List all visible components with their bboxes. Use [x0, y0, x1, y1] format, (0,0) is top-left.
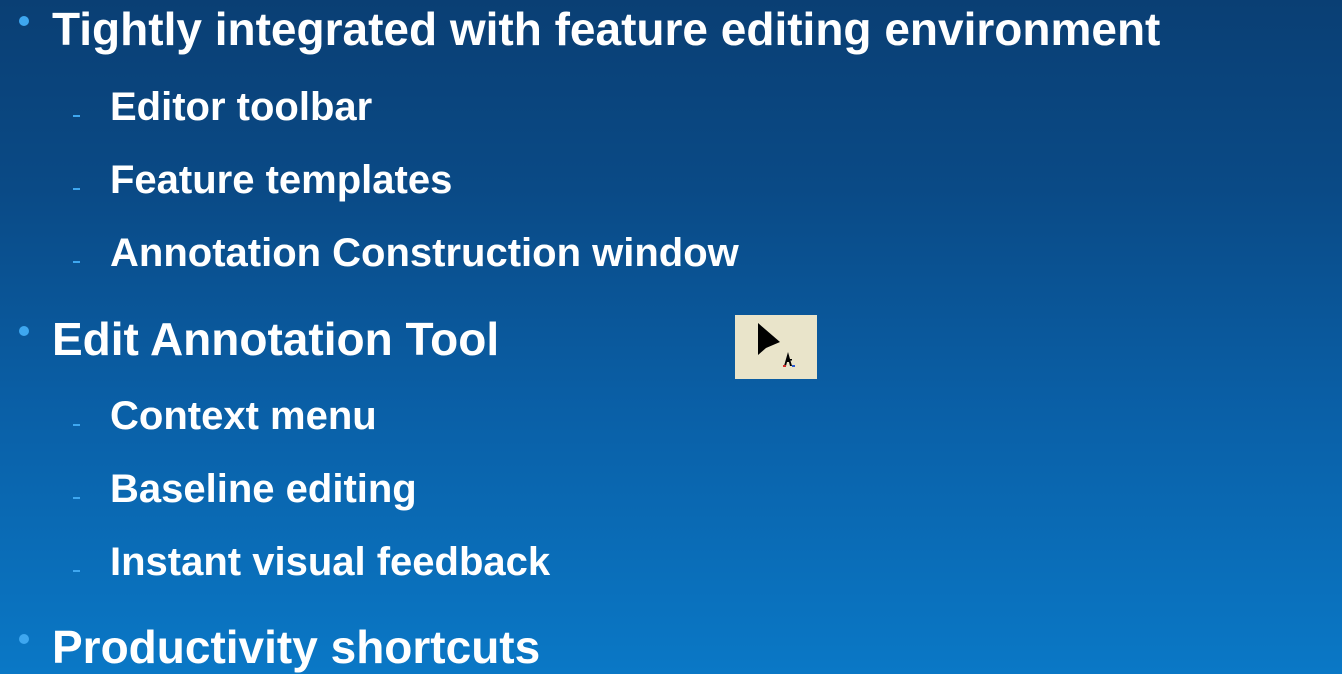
bullet-text: Tightly integrated with feature editing … [52, 3, 1161, 55]
edit-annotation-tool-icon [735, 315, 817, 379]
bullet-text: Productivity shortcuts [52, 621, 541, 673]
bullet-dot [19, 326, 29, 336]
sub-bullet-dash [73, 424, 80, 426]
sub-bullet-item: Instant visual feedback [0, 539, 1342, 585]
sub-bullet-text: Context menu [110, 394, 377, 438]
sub-bullet-dash [73, 261, 80, 263]
bullet-item: Tightly integrated with feature editing … [0, 2, 1342, 56]
sub-bullet-text: Feature templates [110, 158, 453, 202]
sub-bullet-item: Feature templates [0, 157, 1342, 203]
sub-bullet-item: Baseline editing [0, 466, 1342, 512]
slide: Tightly integrated with feature editing … [0, 0, 1342, 674]
bullet-item: Edit Annotation Tool [0, 312, 700, 366]
sub-bullet-item: Annotation Construction window [0, 230, 1342, 276]
sub-bullet-text: Annotation Construction window [110, 231, 739, 275]
bullet-item: Productivity shortcuts [0, 620, 1342, 674]
sub-bullet-dash [73, 115, 80, 117]
sub-bullet-item: Context menu [0, 393, 1342, 439]
sub-bullet-text: Instant visual feedback [110, 540, 551, 584]
sub-bullet-text: Baseline editing [110, 467, 417, 511]
sub-bullet-text: Editor toolbar [110, 85, 373, 129]
bullet-text: Edit Annotation Tool [52, 313, 500, 365]
sub-bullet-dash [73, 188, 80, 190]
sub-bullet-dash [73, 570, 80, 572]
bullet-dot [19, 16, 29, 26]
bullet-dot [19, 634, 29, 644]
sub-bullet-dash [73, 497, 80, 499]
sub-bullet-item: Editor toolbar [0, 84, 1342, 130]
